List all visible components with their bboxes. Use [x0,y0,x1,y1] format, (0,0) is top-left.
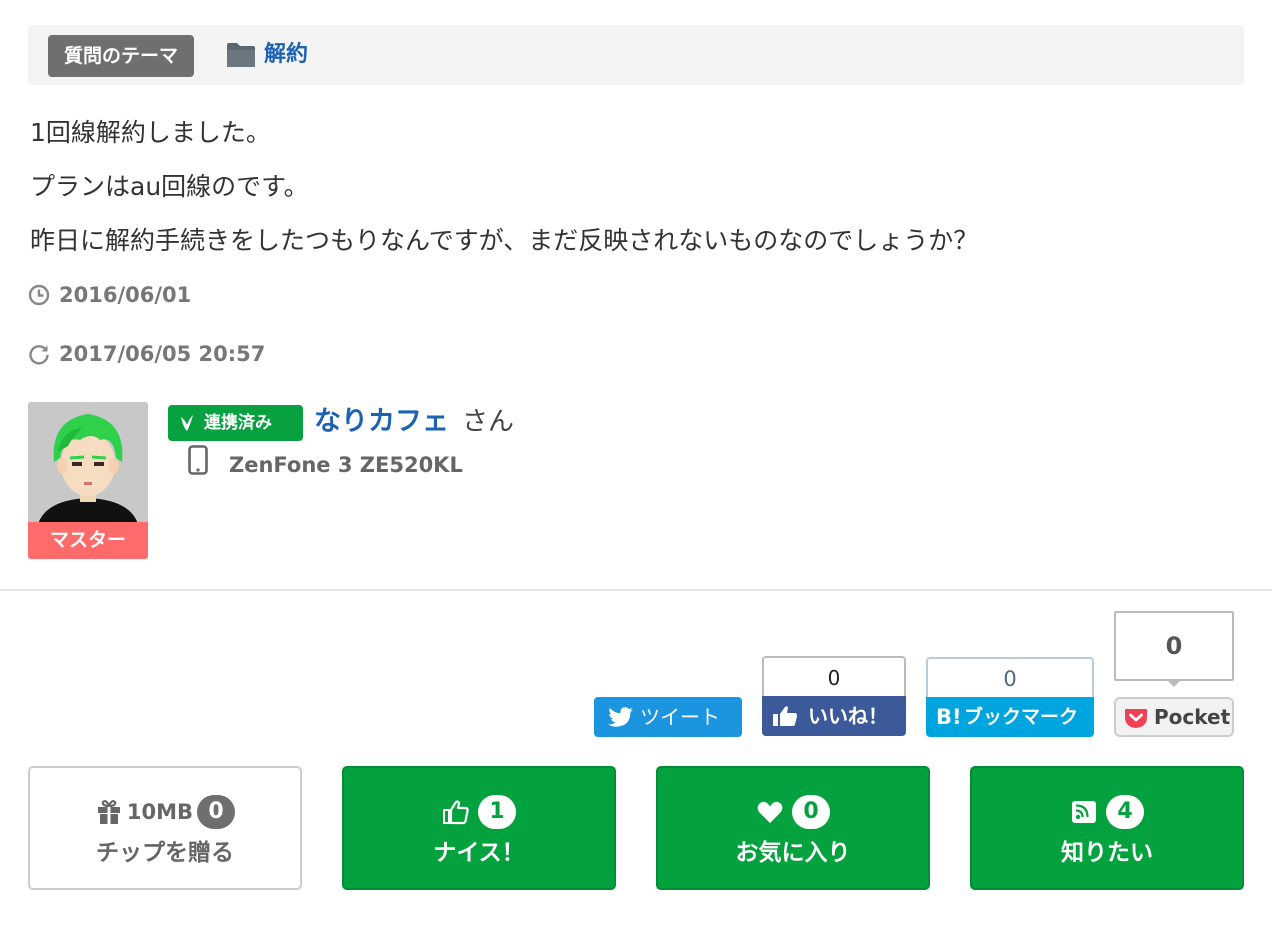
rss-icon [1072,801,1096,823]
thumbs-up-outline-icon [443,800,469,825]
facebook-like-count: 0 [762,656,906,698]
pocket-count: 0 [1114,611,1234,681]
tweet-label: ツイート [640,705,720,729]
theme-badge: 質問のテーマ [48,35,195,77]
heart-icon [757,801,783,823]
username-honorific: さん [462,407,515,437]
theme-category-link[interactable]: 解約 [264,40,308,70]
linked-badge-label: 連携済み [204,413,272,433]
pocket-button[interactable]: Pocket [1114,697,1234,737]
pocket-icon [1125,709,1147,728]
want-to-know-count: 4 [1106,795,1144,829]
hatena-bookmark-count: 0 [926,657,1094,699]
nice-label: ナイス！ [433,840,525,866]
tip-count: 0 [197,795,236,829]
clock-icon [28,284,50,306]
thumbs-up-icon [773,706,798,726]
rank-badge: マスター [28,522,148,559]
device-name: ZenFone 3 ZE520KL [229,453,463,477]
twitter-bird-icon [608,707,633,727]
updated-date: 2017/06/05 20:57 [59,342,266,366]
favorite-count: 0 [792,795,830,829]
question-line: プランはau回線のです。 [30,172,309,201]
hatena-bookmark-button[interactable]: B! ブックマーク [926,697,1094,737]
avatar[interactable]: マスター [28,402,148,559]
favorite-label: お気に入り [735,840,851,866]
facebook-like-label: いいね！ [808,704,888,728]
tip-label: チップを贈る [96,840,234,866]
posted-date: 2016/06/01 [59,283,192,307]
question-body: 1回線解約しました。 プランはau回線のです。 昨日に解約手続きをしたつもりなん… [30,112,1230,274]
want-to-know-label: 知りたい [1061,840,1153,866]
pocket-label: Pocket [1154,705,1231,729]
nice-button[interactable]: 1 ナイス！ [342,766,616,890]
question-line: 昨日に解約手続きをしたつもりなんですが、まだ反映されないものなのでしょうか？ [30,226,979,255]
theme-bar: 質問のテーマ 解約 [28,25,1244,85]
tip-amount: 10MB [126,800,194,824]
refresh-icon [29,345,49,365]
tweet-button[interactable]: ツイート [594,697,742,737]
send-tip-button[interactable]: 10MB 0 チップを贈る [28,766,302,890]
folder-icon [227,43,255,67]
favorite-button[interactable]: 0 お気に入り [656,766,930,890]
gift-icon [97,800,120,824]
question-line: 1回線解約しました。 [30,118,271,147]
pocket-count-tail [1166,679,1182,687]
smartphone-icon [188,445,208,475]
username-link[interactable]: なりカフェ [314,402,449,442]
divider [0,589,1272,591]
hatena-bookmark-label: ブックマーク [964,706,1079,728]
nice-count: 1 [478,795,516,829]
facebook-like-button[interactable]: いいね！ [762,696,906,736]
want-to-know-button[interactable]: 4 知りたい [970,766,1244,890]
hatena-b-icon: B! [936,705,962,729]
linked-badge: 連携済み [168,405,303,441]
